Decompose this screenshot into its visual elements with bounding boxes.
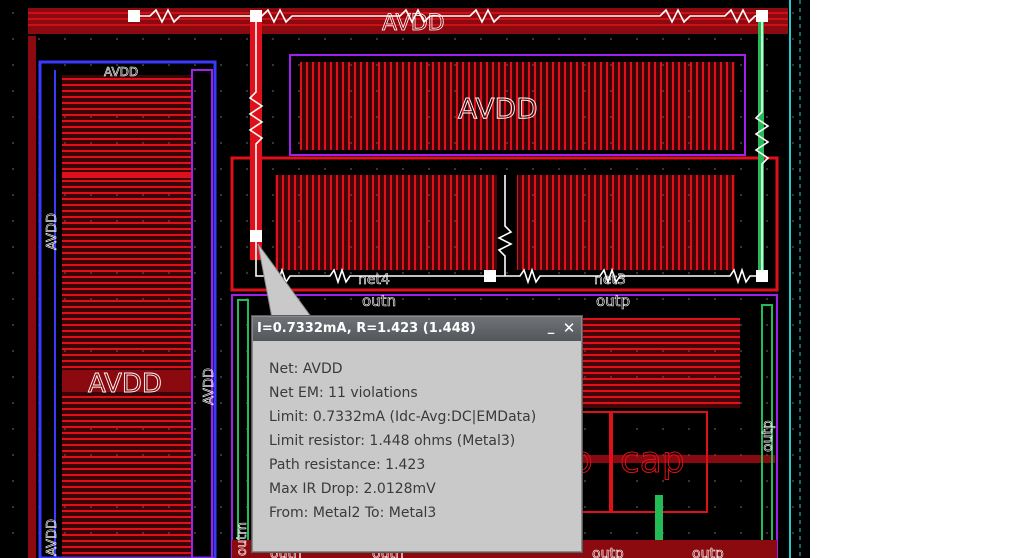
tooltip-line-path-resistance: Path resistance: 1.423 bbox=[269, 457, 426, 473]
minimize-icon[interactable]: _ bbox=[543, 320, 559, 336]
close-icon[interactable]: ✕ bbox=[561, 320, 577, 336]
left-device-fill bbox=[62, 75, 192, 558]
tooltip-line-limit-resistor: Limit resistor: 1.448 ohms (Metal3) bbox=[269, 433, 516, 449]
label-avdd-left-big: AVDD bbox=[88, 369, 162, 399]
tooltip-title: I=0.7332mA, R=1.423 (1.448) bbox=[257, 321, 476, 336]
path-node-bottom-mid[interactable] bbox=[484, 270, 496, 282]
label-avdd-left-top: AVDD bbox=[104, 65, 138, 79]
label-outp: outp bbox=[596, 292, 630, 310]
middle-divider bbox=[497, 175, 517, 270]
label-avdd-top: AVDD bbox=[382, 11, 445, 36]
path-node-top-left[interactable] bbox=[128, 10, 140, 22]
label-outn: outn bbox=[362, 292, 396, 310]
path-node-left[interactable] bbox=[250, 230, 262, 242]
path-node-bottom-right[interactable] bbox=[756, 270, 768, 282]
label-avdd-center: AVDD bbox=[458, 92, 538, 125]
tooltip-body: Net: AVDD Net EM: 11 violations Limit: 0… bbox=[253, 341, 581, 525]
label-bottom-outp-1: outp bbox=[592, 546, 624, 558]
tooltip-line-net-em: Net EM: 11 violations bbox=[269, 385, 418, 401]
label-net3: net3 bbox=[594, 272, 626, 288]
tooltip-title-bar[interactable]: I=0.7332mA, R=1.423 (1.448) _ ✕ bbox=[253, 317, 581, 341]
label-net4: net4 bbox=[358, 272, 390, 288]
layout-canvas[interactable]: AVDD AVDD AVDD AVDD AVDD AVDD AVDD net4 … bbox=[0, 0, 810, 558]
path-node-top-center[interactable] bbox=[250, 10, 262, 22]
label-outm-left: outm bbox=[235, 522, 250, 556]
lower-device-fill bbox=[580, 318, 740, 408]
label-outp-right: outp bbox=[760, 420, 776, 452]
label-cap-3: cap bbox=[620, 440, 685, 481]
left-device-rail bbox=[62, 172, 192, 178]
left-blue-inner bbox=[48, 70, 62, 558]
tooltip-line-max-ir-drop: Max IR Drop: 2.0128mV bbox=[269, 481, 436, 497]
path-node-top-right[interactable] bbox=[756, 10, 768, 22]
tooltip-line-limit: Limit: 0.7332mA (Idc-Avg:DC|EMData) bbox=[269, 409, 537, 425]
label-avdd-left-vertical: AVDD bbox=[45, 213, 60, 250]
tooltip-line-from-to: From: Metal2 To: Metal3 bbox=[269, 505, 437, 521]
label-bottom-outp-2: outp bbox=[692, 546, 724, 558]
tooltip-line-net: Net: AVDD bbox=[269, 361, 343, 377]
label-avdd-left-vertical2: AVDD bbox=[202, 368, 217, 405]
label-avdd-left-bottom: AVDD bbox=[45, 519, 60, 556]
left-edge-column bbox=[28, 36, 36, 558]
em-info-tooltip[interactable]: I=0.7332mA, R=1.423 (1.448) _ ✕ Net: AVD… bbox=[252, 316, 582, 552]
